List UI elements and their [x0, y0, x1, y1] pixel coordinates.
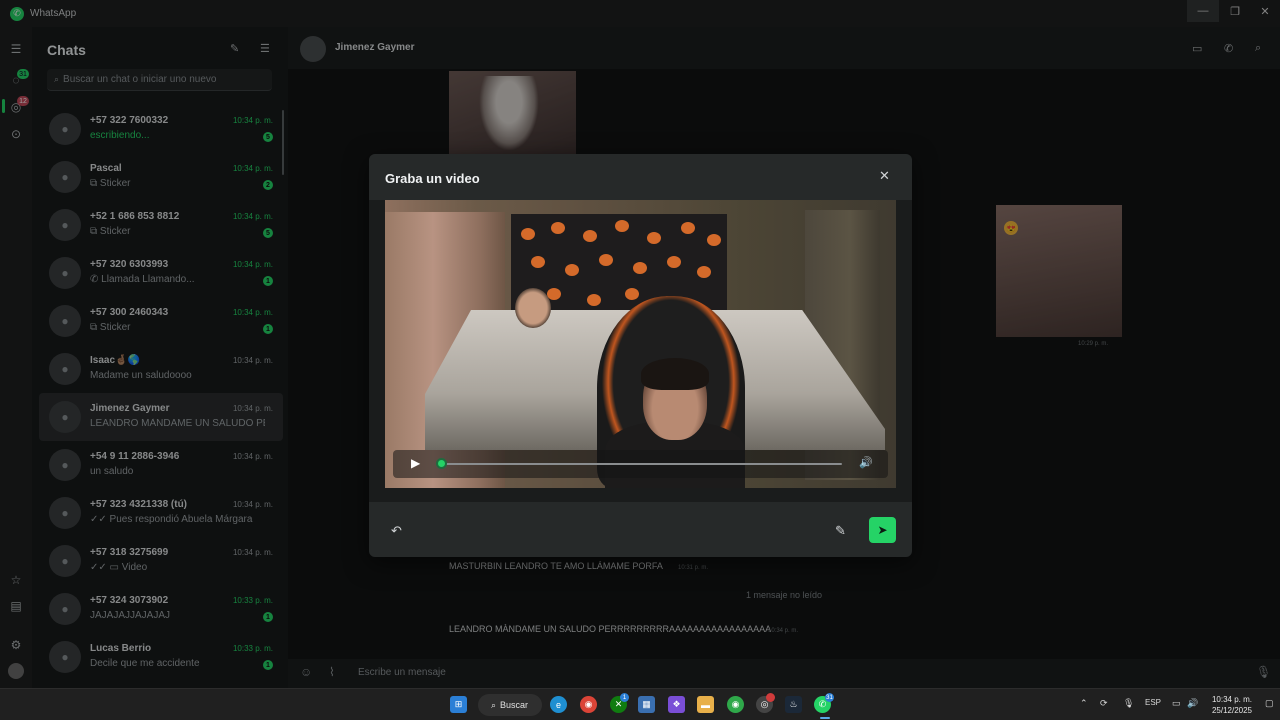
- pumpkin-pattern: [565, 264, 579, 276]
- search-icon: ⌕: [491, 699, 497, 710]
- undo-icon[interactable]: ↶: [391, 523, 402, 539]
- start-icon[interactable]: ⊞: [450, 696, 467, 713]
- clock-time: 10:34 p. m.: [1211, 695, 1252, 704]
- whatsapp-badge: 31: [825, 693, 834, 702]
- chrome-profile-icon[interactable]: ◉: [727, 696, 744, 713]
- person-hair: [641, 358, 709, 390]
- pumpkin-pattern: [551, 222, 565, 234]
- steam-icon[interactable]: ♨: [785, 696, 802, 713]
- pumpkin-pattern: [647, 232, 661, 244]
- file-explorer-icon[interactable]: ▬: [697, 696, 714, 713]
- video-area: ▶ 🔊: [369, 200, 912, 502]
- pumpkin-pattern: [583, 230, 597, 242]
- pumpkin-pattern: [697, 266, 711, 278]
- pumpkin-pattern: [599, 254, 613, 266]
- xbox-badge: 1: [620, 693, 629, 702]
- progress-thumb[interactable]: [436, 458, 447, 469]
- pumpkin-pattern: [531, 256, 545, 268]
- notifications-icon[interactable]: ▢: [1265, 698, 1274, 709]
- chrome-icon[interactable]: ◉: [580, 696, 597, 713]
- pumpkin-pattern: [667, 256, 681, 268]
- pumpkin-pattern: [615, 220, 629, 232]
- language-indicator[interactable]: ESP: [1145, 698, 1161, 707]
- app-badge: [766, 693, 775, 702]
- play-icon[interactable]: ▶: [411, 456, 420, 470]
- send-button[interactable]: ➤: [869, 517, 896, 543]
- whatsapp-window: ✆ WhatsApp — ❐ ✕ ☰ ◌ 31 ◎ 12 ⊙ ☆ ▤ ⚙ Cha…: [0, 0, 1280, 688]
- windows-taskbar: ⊞ ⌕ Buscar e ◉ ✕ 1 ▦ ❖ ▬ ◉ ◎ ♨ ✆ 31 ⌃ ⟳ …: [0, 688, 1280, 720]
- pumpkin-pattern: [587, 294, 601, 306]
- pumpkin-pattern: [707, 234, 721, 246]
- volume-icon[interactable]: 🔊: [1187, 698, 1198, 709]
- clock-date: 25/12/2025: [1211, 706, 1252, 715]
- video-controls: ▶ 🔊: [393, 450, 888, 478]
- progress-track[interactable]: [439, 463, 842, 465]
- video-frame-figure: [515, 288, 551, 328]
- copilot-icon[interactable]: ❖: [668, 696, 685, 713]
- send-icon: ➤: [877, 523, 888, 537]
- pumpkin-pattern: [625, 288, 639, 300]
- volume-icon[interactable]: 🔊: [859, 456, 873, 469]
- dialog-title: Graba un video: [385, 171, 480, 186]
- photos-icon[interactable]: ▦: [638, 696, 655, 713]
- taskbar-search[interactable]: ⌕ Buscar: [478, 694, 542, 716]
- video-preview[interactable]: ▶ 🔊: [385, 200, 896, 488]
- network-icon[interactable]: ▭: [1172, 698, 1181, 709]
- pumpkin-pattern: [633, 262, 647, 274]
- close-icon[interactable]: ✕: [879, 168, 890, 184]
- clock[interactable]: 10:34 p. m. 25/12/2025: [1202, 694, 1252, 716]
- sync-icon[interactable]: ⟳: [1100, 698, 1108, 709]
- active-app-indicator: [820, 717, 830, 719]
- taskbar-search-label: Buscar: [500, 700, 529, 710]
- pumpkin-pattern: [681, 222, 695, 234]
- pumpkin-pattern: [521, 228, 535, 240]
- chevron-up-icon[interactable]: ⌃: [1080, 698, 1088, 709]
- record-video-dialog: Graba un video ✕ ▶ 🔊 ↶ ✎ ➤: [369, 154, 912, 557]
- pencil-icon[interactable]: ✎: [835, 523, 846, 539]
- microphone-icon[interactable]: 🎙: [1123, 698, 1134, 709]
- edge-icon[interactable]: e: [550, 696, 567, 713]
